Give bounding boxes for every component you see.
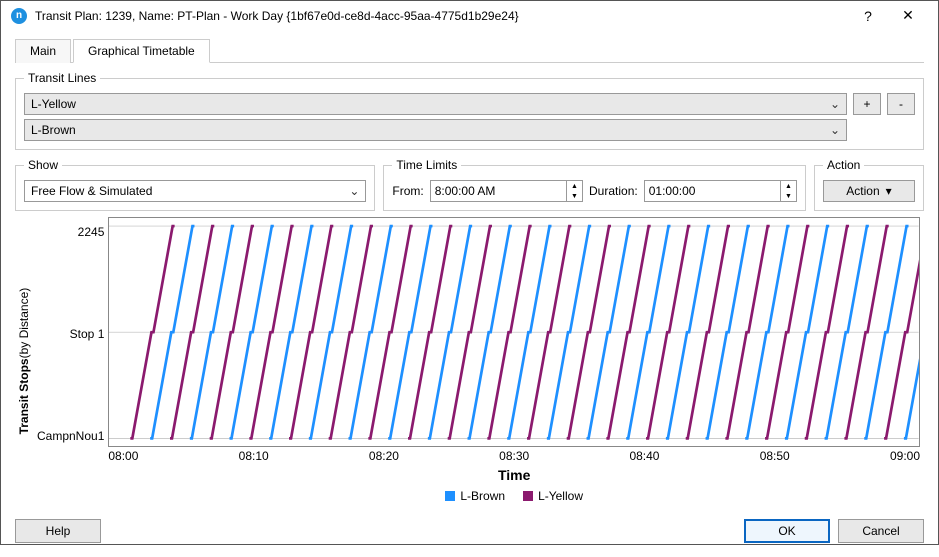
spin-up-icon[interactable]: ▲	[567, 181, 582, 191]
timetable-plot	[109, 218, 919, 446]
show-value: Free Flow & Simulated	[31, 184, 152, 198]
action-group: Action Action ▾	[814, 158, 924, 211]
transit-line-value-1: L-Brown	[31, 123, 76, 137]
transit-lines-legend: Transit Lines	[24, 71, 100, 85]
help-button[interactable]: Help	[15, 519, 101, 543]
add-line-button[interactable]: +	[853, 93, 881, 115]
chevron-down-icon: ▾	[886, 184, 892, 198]
cancel-button[interactable]: Cancel	[838, 519, 924, 543]
chart-legend: L-Brown L-Yellow	[108, 485, 920, 505]
legend-label: L-Brown	[460, 489, 505, 503]
show-legend: Show	[24, 158, 62, 172]
window-titlebar: n Transit Plan: 1239, Name: PT-Plan - Wo…	[1, 1, 938, 30]
remove-line-button[interactable]: -	[887, 93, 915, 115]
y-tick: 2245	[78, 225, 105, 239]
plot-area	[108, 217, 920, 447]
legend-item: L-Brown	[445, 489, 505, 503]
transit-line-value-0: L-Yellow	[31, 97, 76, 111]
help-icon[interactable]: ?	[848, 8, 888, 24]
show-select[interactable]: Free Flow & Simulated	[24, 180, 366, 202]
duration-label: Duration:	[589, 184, 638, 198]
tab-strip: Main Graphical Timetable	[15, 38, 924, 63]
x-tick: 09:00	[890, 449, 920, 463]
tab-graphical-timetable[interactable]: Graphical Timetable	[73, 39, 210, 63]
spin-down-icon[interactable]: ▼	[567, 191, 582, 201]
tab-main[interactable]: Main	[15, 39, 71, 63]
x-tick: 08:40	[629, 449, 659, 463]
app-icon: n	[11, 8, 27, 24]
x-axis-label: Time	[108, 465, 920, 485]
chart-container: Transit Stops (by Distance) 2245 Stop 1 …	[15, 211, 924, 509]
x-tick: 08:10	[239, 449, 269, 463]
y-axis-label-main: Transit Stops	[17, 359, 31, 435]
legend-label: L-Yellow	[538, 489, 583, 503]
y-axis-label: Transit Stops (by Distance)	[15, 217, 33, 505]
spin-up-icon[interactable]: ▲	[781, 181, 796, 191]
x-tick: 08:00	[108, 449, 138, 463]
from-label: From:	[392, 184, 423, 198]
y-tick: CampnNou1	[37, 429, 104, 443]
duration-value: 01:00:00	[645, 181, 780, 201]
action-button[interactable]: Action ▾	[823, 180, 915, 202]
y-tick: Stop 1	[70, 327, 105, 341]
y-axis-ticks: 2245 Stop 1 CampnNou1	[33, 217, 108, 505]
time-limits-legend: Time Limits	[392, 158, 461, 172]
action-legend: Action	[823, 158, 864, 172]
x-axis-ticks: 08:00 08:10 08:20 08:30 08:40 08:50 09:0…	[108, 447, 920, 465]
time-limits-group: Time Limits From: 8:00:00 AM ▲▼ Duration…	[383, 158, 806, 211]
dialog-footer: Help OK Cancel	[1, 509, 938, 553]
x-tick: 08:30	[499, 449, 529, 463]
close-icon[interactable]: ✕	[888, 7, 928, 24]
duration-input[interactable]: 01:00:00 ▲▼	[644, 180, 797, 202]
from-time-value: 8:00:00 AM	[431, 181, 566, 201]
show-group: Show Free Flow & Simulated	[15, 158, 375, 211]
y-axis-label-sub: (by Distance)	[17, 288, 31, 359]
window-title: Transit Plan: 1239, Name: PT-Plan - Work…	[35, 9, 848, 23]
action-label: Action	[846, 184, 879, 198]
legend-item: L-Yellow	[523, 489, 583, 503]
x-tick: 08:20	[369, 449, 399, 463]
spin-down-icon[interactable]: ▼	[781, 191, 796, 201]
transit-lines-group: Transit Lines L-Yellow + - L-Brown	[15, 71, 924, 150]
from-time-input[interactable]: 8:00:00 AM ▲▼	[430, 180, 583, 202]
transit-line-select-1[interactable]: L-Brown	[24, 119, 847, 141]
transit-line-select-0[interactable]: L-Yellow	[24, 93, 847, 115]
x-tick: 08:50	[760, 449, 790, 463]
ok-button[interactable]: OK	[744, 519, 830, 543]
